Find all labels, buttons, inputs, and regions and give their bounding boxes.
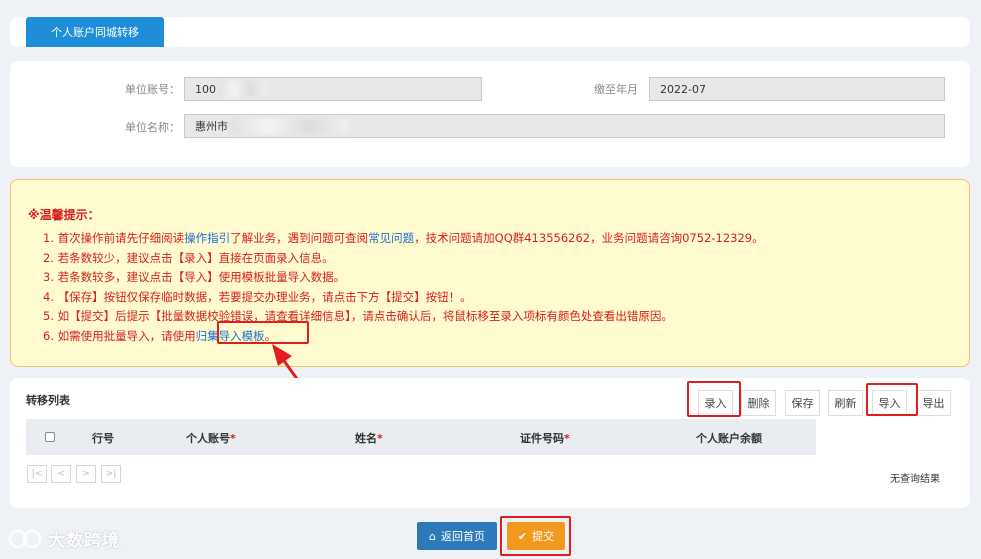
delete-button[interactable]: 删除 (741, 390, 776, 416)
highlight-box-add (687, 381, 741, 417)
pager-last-button[interactable]: >| (101, 465, 121, 483)
pager-next-button[interactable]: > (76, 465, 96, 483)
highlight-box-import (866, 383, 918, 416)
home-icon: ⌂ (429, 529, 436, 543)
col-name: 姓名* (355, 432, 383, 445)
watermark: 大数跨境 (8, 526, 120, 551)
back-home-button[interactable]: ⌂ 返回首页 (417, 522, 497, 550)
table-header: 行号 个人账号* 姓名* 证件号码* 个人账户余额 (26, 419, 816, 455)
select-all-checkbox[interactable] (45, 432, 55, 442)
list-title: 转移列表 (26, 394, 70, 407)
col-id-number: 证件号码* (520, 432, 570, 445)
transfer-list-card: 转移列表 录入 删除 保存 刷新 导入 导出 行号 个人账号* 姓名* 证件号码… (10, 378, 970, 508)
pager-prev-button[interactable]: < (51, 465, 71, 483)
watermark-logo-icon (8, 529, 42, 548)
pager-first-button[interactable]: |< (27, 465, 47, 483)
save-button[interactable]: 保存 (785, 390, 820, 416)
col-balance: 个人账户余额 (696, 432, 762, 445)
col-row: 行号 (92, 432, 114, 445)
empty-result-text: 无查询结果 (890, 474, 940, 485)
export-button[interactable]: 导出 (916, 390, 951, 416)
col-personal-account: 个人账号* (186, 432, 236, 445)
highlight-box-submit (500, 516, 571, 556)
refresh-button[interactable]: 刷新 (828, 390, 863, 416)
